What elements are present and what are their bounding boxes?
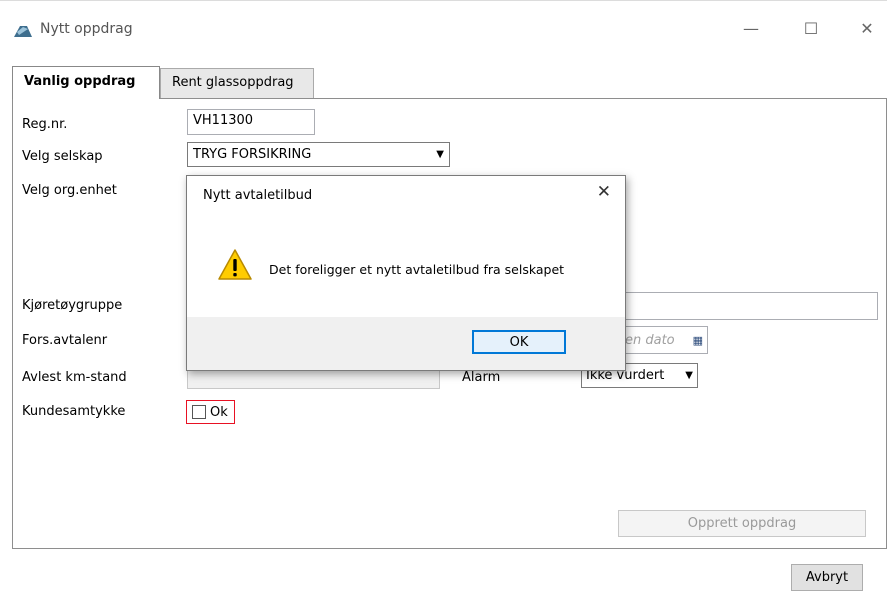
window-title: Nytt oppdrag [40,21,133,37]
window-top-border [0,0,887,1]
dialog: Nytt avtaletilbud ✕ Det foreligger et ny… [186,175,626,371]
ok-checkbox-label: Ok [210,404,228,420]
kjoretoygruppe-input[interactable] [615,292,878,320]
alarm-label: Alarm [462,370,501,385]
kundesamtykke-checkbox[interactable]: Ok [186,400,235,424]
dialog-ok-button[interactable]: OK [472,330,566,354]
date-placeholder: en dato [625,332,675,348]
dialog-title: Nytt avtaletilbud [203,188,313,203]
regnr-label: Reg.nr. [22,117,68,132]
regnr-input[interactable]: VH11300 [187,109,315,135]
warning-icon [218,249,252,280]
kundesamtykke-label: Kundesamtykke [22,404,126,419]
checkbox-box[interactable] [192,405,206,419]
tab-rent-glassoppdrag[interactable]: Rent glassoppdrag [160,68,314,99]
selskap-value: TRYG FORSIKRING [193,147,312,162]
chevron-down-icon: ▼ [685,370,693,381]
forsavtalenr-label: Fors.avtalenr [22,333,108,348]
maximize-icon: ☐ [803,18,819,38]
tab-vanlig-oppdrag[interactable]: Vanlig oppdrag [12,66,160,99]
dialog-footer: OK [187,317,625,370]
selskap-label: Velg selskap [22,149,103,164]
maximize-button[interactable]: ☐ [789,14,833,42]
kjoretoygruppe-label: Kjøretøygruppe [22,298,123,313]
app-icon [14,26,32,37]
calendar-icon[interactable]: ▦ [693,334,703,347]
avbryt-button[interactable]: Avbryt [791,564,863,591]
dialog-close-button[interactable]: ✕ [597,182,611,202]
opprett-oppdrag-button[interactable]: Opprett oppdrag [618,510,866,537]
close-icon: ✕ [596,182,611,202]
selskap-select[interactable]: TRYG FORSIKRING ▼ [187,142,450,167]
chevron-down-icon: ▼ [436,149,444,160]
close-button[interactable]: ✕ [845,14,887,42]
dialog-message: Det foreligger et nytt avtaletilbud fra … [269,262,565,277]
orgenhet-label: Velg org.enhet [22,183,117,198]
minimize-button[interactable]: — [729,14,773,42]
km-stand-label: Avlest km-stand [22,370,127,385]
minimize-icon: — [743,18,759,38]
close-icon: ✕ [860,18,874,38]
